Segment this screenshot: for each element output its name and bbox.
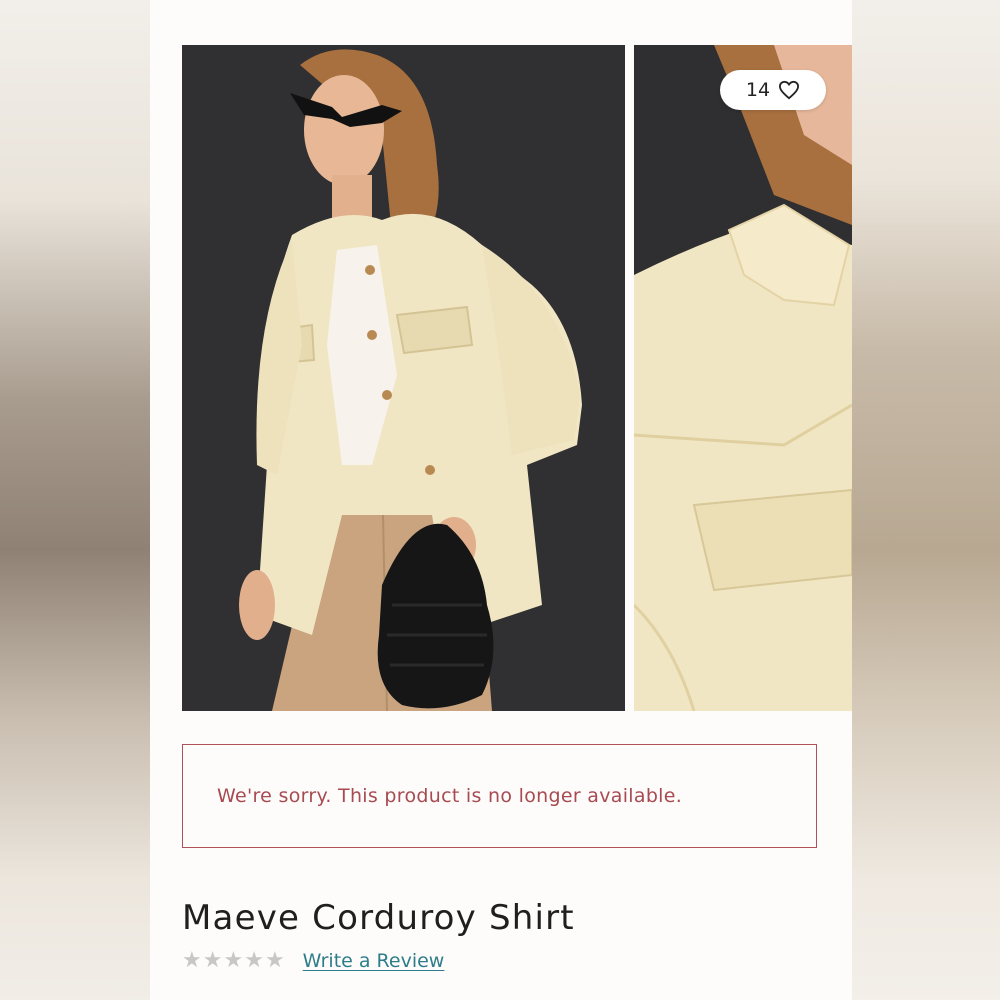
unavailable-message: We're sorry. This product is no longer a… bbox=[217, 785, 683, 807]
rating-row: ★ ★ ★ ★ ★ Write a Review bbox=[182, 950, 445, 973]
unavailable-notice: We're sorry. This product is no longer a… bbox=[182, 744, 817, 848]
like-count: 14 bbox=[745, 79, 771, 101]
star-rating: ★ ★ ★ ★ ★ bbox=[182, 950, 285, 972]
blurred-background-left bbox=[0, 0, 150, 1000]
product-image-main[interactable] bbox=[182, 45, 625, 711]
star-icon: ★ bbox=[264, 948, 285, 973]
write-review-link[interactable]: Write a Review bbox=[303, 950, 445, 972]
star-icon: ★ bbox=[202, 948, 223, 973]
product-image-detail[interactable] bbox=[634, 45, 852, 711]
heart-outline-icon bbox=[779, 80, 800, 100]
star-icon: ★ bbox=[182, 948, 202, 973]
star-icon: ★ bbox=[223, 948, 244, 973]
shirt-detail-illustration bbox=[634, 45, 852, 711]
model-photo-illustration bbox=[182, 45, 625, 711]
like-button[interactable]: 14 bbox=[720, 70, 826, 110]
product-title: Maeve Corduroy Shirt bbox=[182, 898, 575, 938]
star-icon: ★ bbox=[244, 948, 264, 973]
product-page: 14 We're sorry. This product is no longe… bbox=[150, 0, 852, 1000]
blurred-background-right bbox=[852, 0, 1000, 1000]
